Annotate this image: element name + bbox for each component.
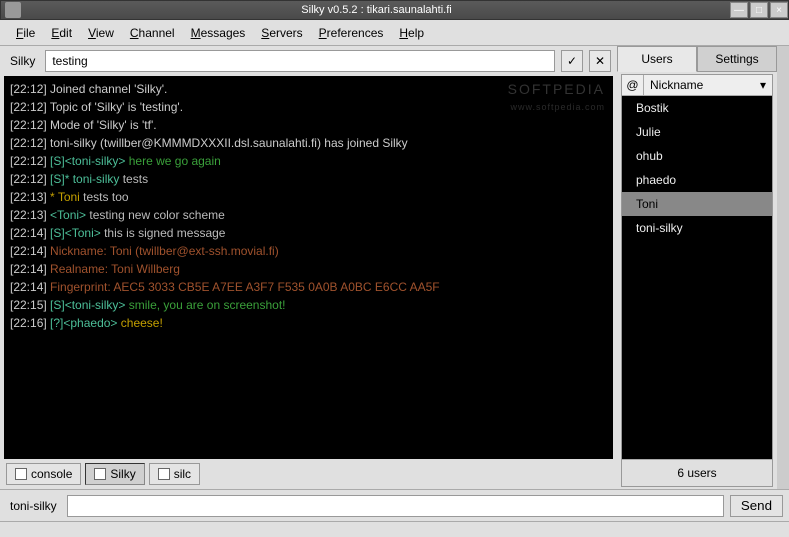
log-line: [22:16] [?]<phaedo> cheese! — [10, 314, 607, 332]
user-list-item[interactable]: Bostik — [622, 96, 772, 120]
dropdown-icon: ▾ — [760, 78, 766, 92]
tab-silc[interactable]: silc — [149, 463, 200, 485]
watermark: SOFTPEDIA www.softpedia.com — [508, 80, 605, 116]
apply-topic-button[interactable]: ✓ — [561, 50, 583, 72]
window-title: Silky v0.5.2 : tikari.saunalahti.fi — [25, 4, 728, 16]
close-button[interactable]: × — [770, 2, 788, 18]
tab-icon — [15, 468, 27, 480]
tab-icon — [94, 468, 106, 480]
log-line: [22:14] Fingerprint: AEC5 3033 CB5E A7EE… — [10, 278, 607, 296]
topic-input[interactable] — [45, 50, 555, 72]
user-list-item[interactable]: phaedo — [622, 168, 772, 192]
menu-servers[interactable]: Servers — [253, 22, 310, 44]
cancel-topic-button[interactable]: ✕ — [589, 50, 611, 72]
menu-messages[interactable]: Messages — [183, 22, 254, 44]
channel-tabs: console Silky silc — [0, 459, 617, 489]
log-line: [22:12] toni-silky (twillber@KMMMDXXXII.… — [10, 134, 607, 152]
sidebar-tab-settings[interactable]: Settings — [697, 46, 777, 72]
app-icon — [5, 2, 21, 18]
user-count-label: 6 users — [622, 459, 772, 486]
send-button[interactable]: Send — [730, 495, 783, 517]
user-list-item[interactable]: Toni — [622, 192, 772, 216]
minimize-button[interactable]: — — [730, 2, 748, 18]
tab-silky[interactable]: Silky — [85, 463, 144, 485]
log-line: [22:15] [S]<toni-silky> smile, you are o… — [10, 296, 607, 314]
chat-log: SOFTPEDIA www.softpedia.com [22:12] Join… — [4, 76, 613, 459]
menu-edit[interactable]: Edit — [43, 22, 80, 44]
user-list-item[interactable]: ohub — [622, 144, 772, 168]
log-line: [22:14] Realname: Toni Willberg — [10, 260, 607, 278]
log-line: [22:14] [S]<Toni> this is signed message — [10, 224, 607, 242]
userlist-header-nick[interactable]: Nickname ▾ — [644, 75, 772, 95]
tab-console[interactable]: console — [6, 463, 81, 485]
tab-icon — [158, 468, 170, 480]
log-line: [22:13] <Toni> testing new color scheme — [10, 206, 607, 224]
menu-channel[interactable]: Channel — [122, 22, 183, 44]
log-line: [22:13] * Toni tests too — [10, 188, 607, 206]
log-line: [22:12] Mode of 'Silky' is 'tf'. — [10, 116, 607, 134]
maximize-button[interactable]: □ — [750, 2, 768, 18]
channel-name-label: Silky — [6, 54, 39, 68]
menubar: File Edit View Channel Messages Servers … — [0, 20, 789, 46]
message-input[interactable] — [67, 495, 724, 517]
own-nick-label: toni-silky — [6, 499, 61, 513]
user-list-item[interactable]: toni-silky — [622, 216, 772, 240]
menu-view[interactable]: View — [80, 22, 122, 44]
menu-file[interactable]: File — [8, 22, 43, 44]
user-list: BostikJulieohubphaedoTonitoni-silky — [622, 96, 772, 459]
log-line: [22:14] Nickname: Toni (twillber@ext-ssh… — [10, 242, 607, 260]
user-list-item[interactable]: Julie — [622, 120, 772, 144]
log-line: [22:12] [S]* toni-silky tests — [10, 170, 607, 188]
userlist-header-mode[interactable]: @ — [622, 75, 644, 95]
sidebar-tab-users[interactable]: Users — [617, 46, 697, 72]
sidebar-scrollbar[interactable] — [777, 46, 789, 489]
menu-preferences[interactable]: Preferences — [311, 22, 392, 44]
log-line: [22:12] [S]<toni-silky> here we go again — [10, 152, 607, 170]
title-bar: Silky v0.5.2 : tikari.saunalahti.fi — □ … — [0, 0, 789, 20]
menu-help[interactable]: Help — [391, 22, 432, 44]
status-bar — [0, 521, 789, 537]
